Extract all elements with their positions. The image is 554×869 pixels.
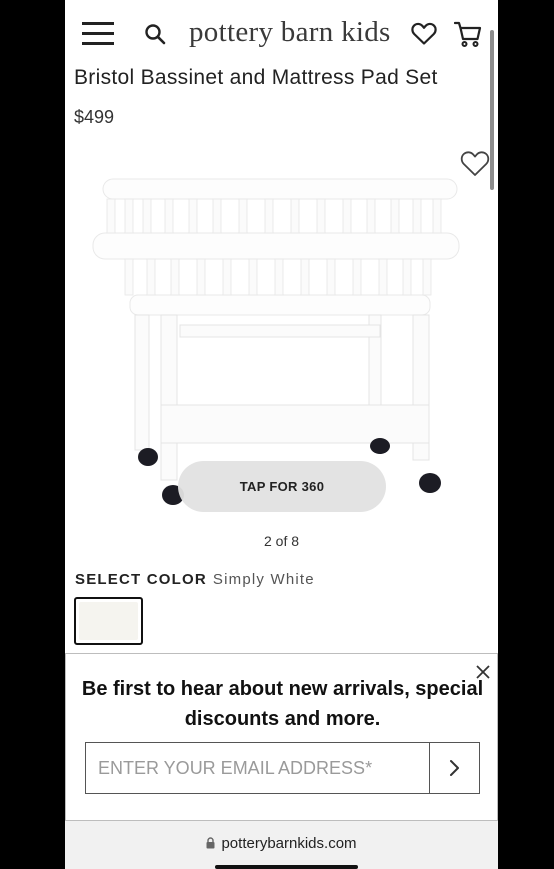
submit-email-button[interactable] (429, 742, 480, 794)
brand-logo[interactable]: pottery barn kids (189, 16, 391, 49)
color-swatch-simply-white[interactable] (74, 597, 143, 645)
email-input[interactable] (86, 743, 429, 793)
tap-for-360-button[interactable]: TAP FOR 360 (178, 461, 386, 512)
url-text: potterybarnkids.com (221, 835, 357, 852)
heart-icon[interactable] (411, 22, 437, 46)
select-color-label: SELECT COLOR Simply White (75, 571, 315, 588)
select-color-heading: SELECT COLOR (75, 571, 207, 588)
favorite-heart-icon[interactable] (460, 150, 490, 178)
product-title: Bristol Bassinet and Mattress Pad Set (74, 66, 438, 89)
product-price: $499 (74, 107, 115, 127)
email-field-wrapper (85, 742, 429, 794)
image-counter: 2 of 8 (263, 533, 300, 549)
cart-icon[interactable] (454, 20, 482, 48)
menu-icon[interactable] (82, 22, 114, 46)
screen: pottery barn kids Bristol Bassinet and M… (65, 0, 498, 869)
lock-icon (206, 837, 215, 849)
browser-url-bar[interactable]: potterybarnkids.com (65, 821, 498, 869)
chevron-right-icon (449, 760, 459, 776)
header: pottery barn kids (65, 0, 498, 66)
selected-color-name: Simply White (212, 571, 315, 588)
email-signup-popup: Be first to hear about new arrivals, spe… (65, 653, 498, 821)
url-display: potterybarnkids.com (65, 835, 498, 852)
search-icon[interactable] (144, 23, 166, 45)
popup-message: Be first to hear about new arrivals, spe… (81, 678, 484, 730)
swatch-fill (79, 602, 138, 640)
home-indicator[interactable] (215, 865, 358, 869)
page-scrollbar[interactable] (490, 30, 494, 190)
